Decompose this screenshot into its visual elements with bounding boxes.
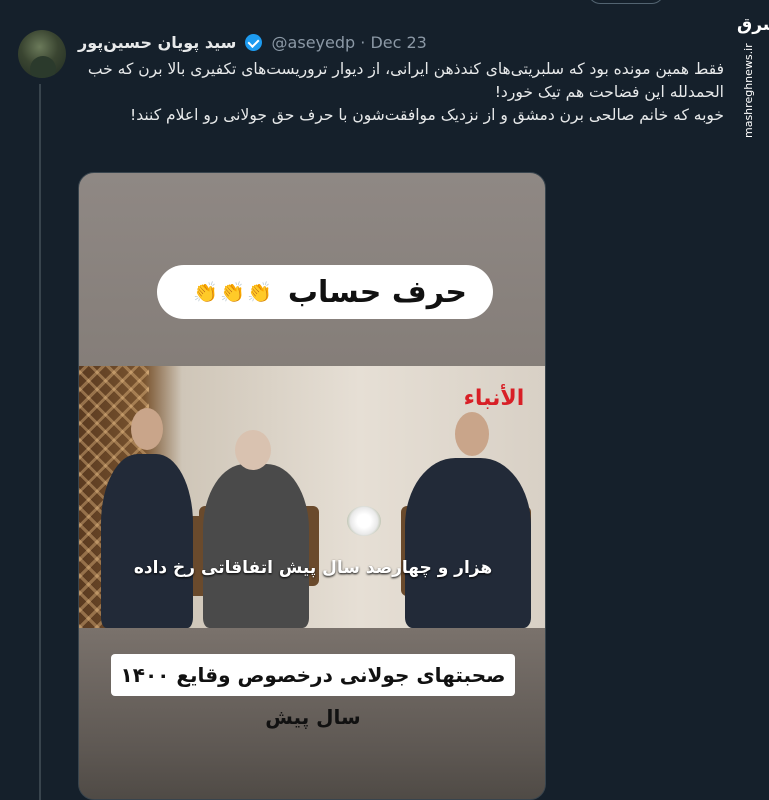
flower-vase — [347, 506, 381, 536]
person-left — [101, 454, 193, 628]
author-name[interactable]: سید پویان حسین‌پور — [78, 33, 236, 52]
author-handle[interactable]: @aseyedp — [272, 33, 356, 52]
news-channel-logo: الأنباء — [463, 386, 525, 411]
clapping-hands-icon: 👏👏👏 — [193, 280, 274, 304]
tweet-media-video[interactable]: 👏👏👏 حرف حساب الأنباء هزار و چهارصد سال پ… — [78, 172, 546, 800]
person-right-head — [455, 412, 489, 456]
tweet-date[interactable]: Dec 23 — [370, 33, 426, 52]
separator: · — [360, 33, 366, 52]
media-title-pill: 👏👏👏 حرف حساب — [157, 265, 493, 319]
person-left-head — [131, 408, 163, 450]
tweet-text-line-1: فقط همین مونده بود که سلبریتی‌های کندذهن… — [87, 60, 724, 101]
person-middle — [203, 464, 309, 628]
avatar[interactable] — [18, 30, 66, 78]
top-button-edge[interactable] — [588, 0, 664, 4]
media-title-text: حرف حساب — [287, 274, 467, 310]
tweet-header: سید پویان حسین‌پور @aseyedp · Dec 23 — [78, 32, 728, 54]
verified-badge-icon — [245, 34, 263, 51]
tweet-text: فقط همین مونده بود که سلبریتی‌های کندذهن… — [78, 58, 724, 127]
scene-caption: هزار و چهارصد سال پیش اتفاقاتی رخ داده — [133, 558, 493, 578]
mashregh-url: mashreghnews.ir — [742, 43, 755, 138]
person-middle-head — [235, 430, 271, 470]
mashregh-logo: مشرق — [737, 15, 769, 35]
tweet-text-line-2: خوبه که خانم صالحی برن دمشق و از نزدیک م… — [130, 106, 724, 124]
person-right — [405, 458, 531, 628]
video-scene: الأنباء هزار و چهارصد سال پیش اتفاقاتی ر… — [79, 366, 545, 628]
bottom-banner: صحبتهای جولانی درخصوص وقایع ۱۴۰۰ سال پیش — [111, 654, 515, 729]
thread-line — [39, 84, 41, 800]
